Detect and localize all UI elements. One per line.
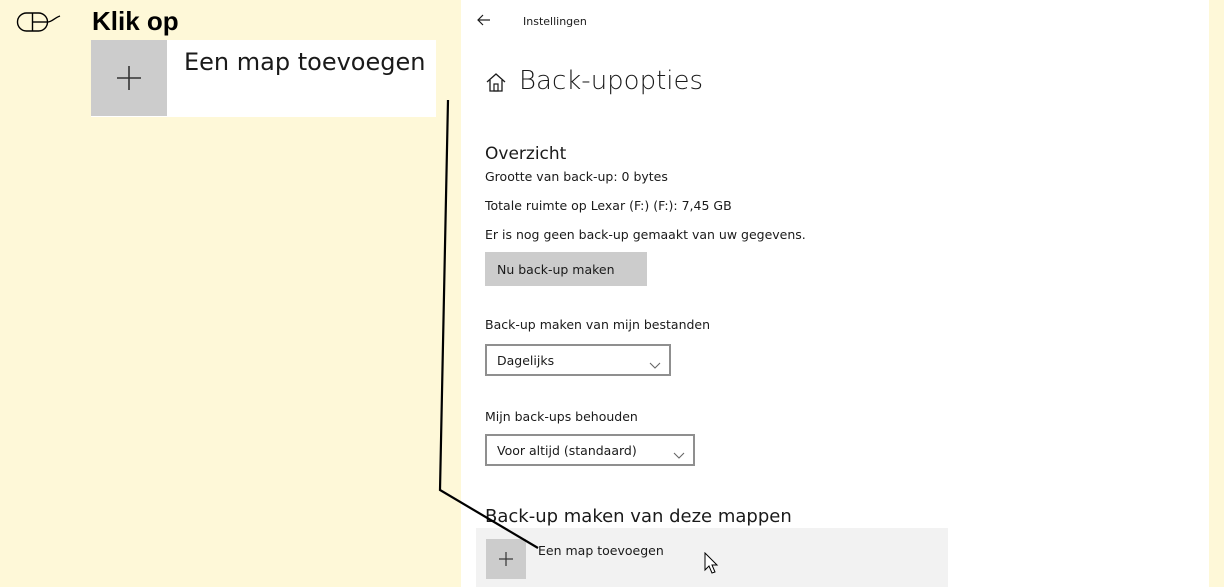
cursor-icon: [704, 551, 720, 576]
backup-now-button[interactable]: Nu back-up maken: [485, 252, 647, 286]
frequency-label: Back-up maken van mijn bestanden: [485, 317, 711, 332]
window-title: Instellingen: [523, 15, 587, 28]
plus-icon: [91, 40, 167, 116]
instruction-title: Klik op: [92, 6, 179, 36]
backup-size-text: Grootte van back-up: 0 bytes: [485, 169, 668, 184]
settings-window: Instellingen Back-upopties Overzicht Gro…: [461, 0, 1209, 587]
add-folder-button[interactable]: Een map toevoegen: [476, 528, 948, 587]
chevron-down-icon: [649, 355, 661, 369]
overview-heading: Overzicht: [485, 144, 567, 164]
chevron-down-icon: [673, 445, 685, 459]
back-arrow-icon[interactable]: [475, 12, 497, 32]
retention-label: Mijn back-ups behouden: [485, 409, 638, 424]
retention-value: Voor altijd (standaard): [497, 443, 637, 458]
folders-heading: Back-up maken van deze mappen: [485, 506, 792, 527]
plus-icon: [486, 539, 526, 579]
frequency-value: Dagelijks: [497, 353, 555, 368]
mouse-icon: [16, 10, 62, 34]
home-icon: [485, 72, 507, 94]
page-title: Back-upopties: [519, 66, 704, 96]
frequency-dropdown[interactable]: Dagelijks: [485, 344, 671, 376]
example-label: Een map toevoegen: [184, 48, 426, 76]
backup-status-text: Er is nog geen back-up gemaakt van uw ge…: [485, 227, 806, 242]
title-bar: Instellingen: [461, 0, 1209, 44]
add-folder-label: Een map toevoegen: [538, 543, 664, 558]
example-add-folder: Een map toevoegen: [91, 40, 436, 117]
total-space-text: Totale ruimte op Lexar (F:) (F:): 7,45 G…: [485, 198, 732, 213]
retention-dropdown[interactable]: Voor altijd (standaard): [485, 434, 695, 466]
